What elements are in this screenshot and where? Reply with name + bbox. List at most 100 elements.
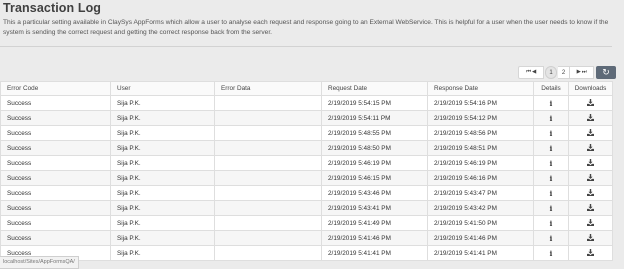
- info-icon[interactable]: i: [550, 159, 553, 168]
- request-date-cell: 2/19/2019 5:54:11 PM: [321, 110, 428, 126]
- first-prev-page-button[interactable]: ⏮ ◀: [518, 66, 544, 79]
- request-date-cell: 2/19/2019 5:48:55 PM: [321, 125, 428, 141]
- response-date-cell: 2/19/2019 5:41:50 PM: [427, 215, 534, 231]
- error-data-cell: [214, 110, 322, 126]
- details-cell: i: [533, 155, 569, 171]
- table-row[interactable]: Success Sija P.K. 2/19/2019 5:48:50 PM 2/19…: [0, 140, 613, 156]
- request-date-cell: 2/19/2019 5:41:46 PM: [321, 230, 428, 246]
- status-bar-url: localhost/Sites/AppFormsQA/: [0, 256, 79, 269]
- user-cell: Sija P.K.: [110, 245, 215, 261]
- info-icon[interactable]: i: [550, 174, 553, 183]
- column-header-details: Details: [533, 81, 569, 96]
- table-row[interactable]: Success Sija P.K. 2/19/2019 5:41:46 PM 2/19…: [0, 230, 613, 246]
- request-date-cell: 2/19/2019 5:43:41 PM: [321, 200, 428, 216]
- refresh-button[interactable]: ↻: [596, 66, 616, 79]
- download-icon[interactable]: [587, 128, 594, 138]
- column-header-error-code[interactable]: Error Code: [0, 81, 111, 96]
- column-header-error-data[interactable]: Error Data: [214, 81, 322, 96]
- error-code-cell: Success: [0, 95, 111, 111]
- table-header-row: Error Code User Error Data Request Date …: [0, 81, 613, 96]
- next-last-page-button[interactable]: ▶ ⏭: [570, 66, 594, 79]
- table-row[interactable]: Success Sija P.K. 2/19/2019 5:43:46 PM 2/19…: [0, 185, 613, 201]
- info-icon[interactable]: i: [550, 129, 553, 138]
- response-date-cell: 2/19/2019 5:46:16 PM: [427, 170, 534, 186]
- download-icon[interactable]: [587, 173, 594, 183]
- page-description: This a particular setting available in C…: [3, 19, 609, 36]
- info-icon[interactable]: i: [550, 234, 553, 243]
- error-code-cell: Success: [0, 155, 111, 171]
- column-header-response-date[interactable]: Response Date: [427, 81, 534, 96]
- page-2-button[interactable]: 2: [558, 66, 570, 79]
- response-date-cell: 2/19/2019 5:48:51 PM: [427, 140, 534, 156]
- response-date-cell: 2/19/2019 5:46:19 PM: [427, 155, 534, 171]
- details-cell: i: [533, 110, 569, 126]
- transaction-log-table: Error Code User Error Data Request Date …: [0, 81, 613, 261]
- download-icon[interactable]: [587, 203, 594, 213]
- info-icon[interactable]: i: [550, 219, 553, 228]
- response-date-cell: 2/19/2019 5:54:16 PM: [427, 95, 534, 111]
- table-row[interactable]: Success Sija P.K. 2/19/2019 5:46:15 PM 2/19…: [0, 170, 613, 186]
- table-row[interactable]: Success Sija P.K. 2/19/2019 5:46:19 PM 2/19…: [0, 155, 613, 171]
- download-icon[interactable]: [587, 113, 594, 123]
- table-row[interactable]: Success Sija P.K. 2/19/2019 5:41:41 PM 2/19…: [0, 245, 613, 261]
- downloads-cell: [568, 170, 613, 186]
- download-icon[interactable]: [587, 143, 594, 153]
- error-code-cell: Success: [0, 185, 111, 201]
- error-code-cell: Success: [0, 140, 111, 156]
- downloads-cell: [568, 200, 613, 216]
- page-1-button[interactable]: 1: [545, 66, 557, 79]
- info-icon[interactable]: i: [550, 114, 553, 123]
- downloads-cell: [568, 125, 613, 141]
- user-cell: Sija P.K.: [110, 140, 215, 156]
- downloads-cell: [568, 110, 613, 126]
- error-data-cell: [214, 170, 322, 186]
- details-cell: i: [533, 95, 569, 111]
- table-row[interactable]: Success Sija P.K. 2/19/2019 5:54:15 PM 2/19…: [0, 95, 613, 111]
- download-icon[interactable]: [587, 233, 594, 243]
- info-icon[interactable]: i: [550, 249, 553, 258]
- request-date-cell: 2/19/2019 5:46:15 PM: [321, 170, 428, 186]
- details-cell: i: [533, 140, 569, 156]
- download-icon[interactable]: [587, 188, 594, 198]
- table-row[interactable]: Success Sija P.K. 2/19/2019 5:48:55 PM 2/19…: [0, 125, 613, 141]
- user-cell: Sija P.K.: [110, 215, 215, 231]
- details-cell: i: [533, 215, 569, 231]
- user-cell: Sija P.K.: [110, 125, 215, 141]
- page-title: Transaction Log: [3, 1, 102, 15]
- request-date-cell: 2/19/2019 5:41:49 PM: [321, 215, 428, 231]
- user-cell: Sija P.K.: [110, 185, 215, 201]
- downloads-cell: [568, 140, 613, 156]
- download-icon[interactable]: [587, 218, 594, 228]
- user-cell: Sija P.K.: [110, 95, 215, 111]
- request-date-cell: 2/19/2019 5:41:41 PM: [321, 245, 428, 261]
- details-cell: i: [533, 245, 569, 261]
- info-icon[interactable]: i: [550, 189, 553, 198]
- table-row[interactable]: Success Sija P.K. 2/19/2019 5:43:41 PM 2/19…: [0, 200, 613, 216]
- column-header-downloads: Downloads: [568, 81, 613, 96]
- download-icon[interactable]: [587, 158, 594, 168]
- error-code-cell: Success: [0, 110, 111, 126]
- table-row[interactable]: Success Sija P.K. 2/19/2019 5:54:11 PM 2/19…: [0, 110, 613, 126]
- error-code-cell: Success: [0, 170, 111, 186]
- info-icon[interactable]: i: [550, 144, 553, 153]
- info-icon[interactable]: i: [550, 99, 553, 108]
- response-date-cell: 2/19/2019 5:41:41 PM: [427, 245, 534, 261]
- response-date-cell: 2/19/2019 5:48:56 PM: [427, 125, 534, 141]
- user-cell: Sija P.K.: [110, 170, 215, 186]
- info-icon[interactable]: i: [550, 204, 553, 213]
- response-date-cell: 2/19/2019 5:41:46 PM: [427, 230, 534, 246]
- table-row[interactable]: Success Sija P.K. 2/19/2019 5:41:49 PM 2/19…: [0, 215, 613, 231]
- download-icon[interactable]: [587, 248, 594, 258]
- details-cell: i: [533, 230, 569, 246]
- request-date-cell: 2/19/2019 5:46:19 PM: [321, 155, 428, 171]
- downloads-cell: [568, 215, 613, 231]
- error-code-cell: Success: [0, 125, 111, 141]
- error-data-cell: [214, 95, 322, 111]
- error-code-cell: Success: [0, 230, 111, 246]
- column-header-user[interactable]: User: [110, 81, 215, 96]
- column-header-request-date[interactable]: Request Date: [321, 81, 428, 96]
- error-data-cell: [214, 245, 322, 261]
- download-icon[interactable]: [587, 98, 594, 108]
- error-data-cell: [214, 215, 322, 231]
- details-cell: i: [533, 200, 569, 216]
